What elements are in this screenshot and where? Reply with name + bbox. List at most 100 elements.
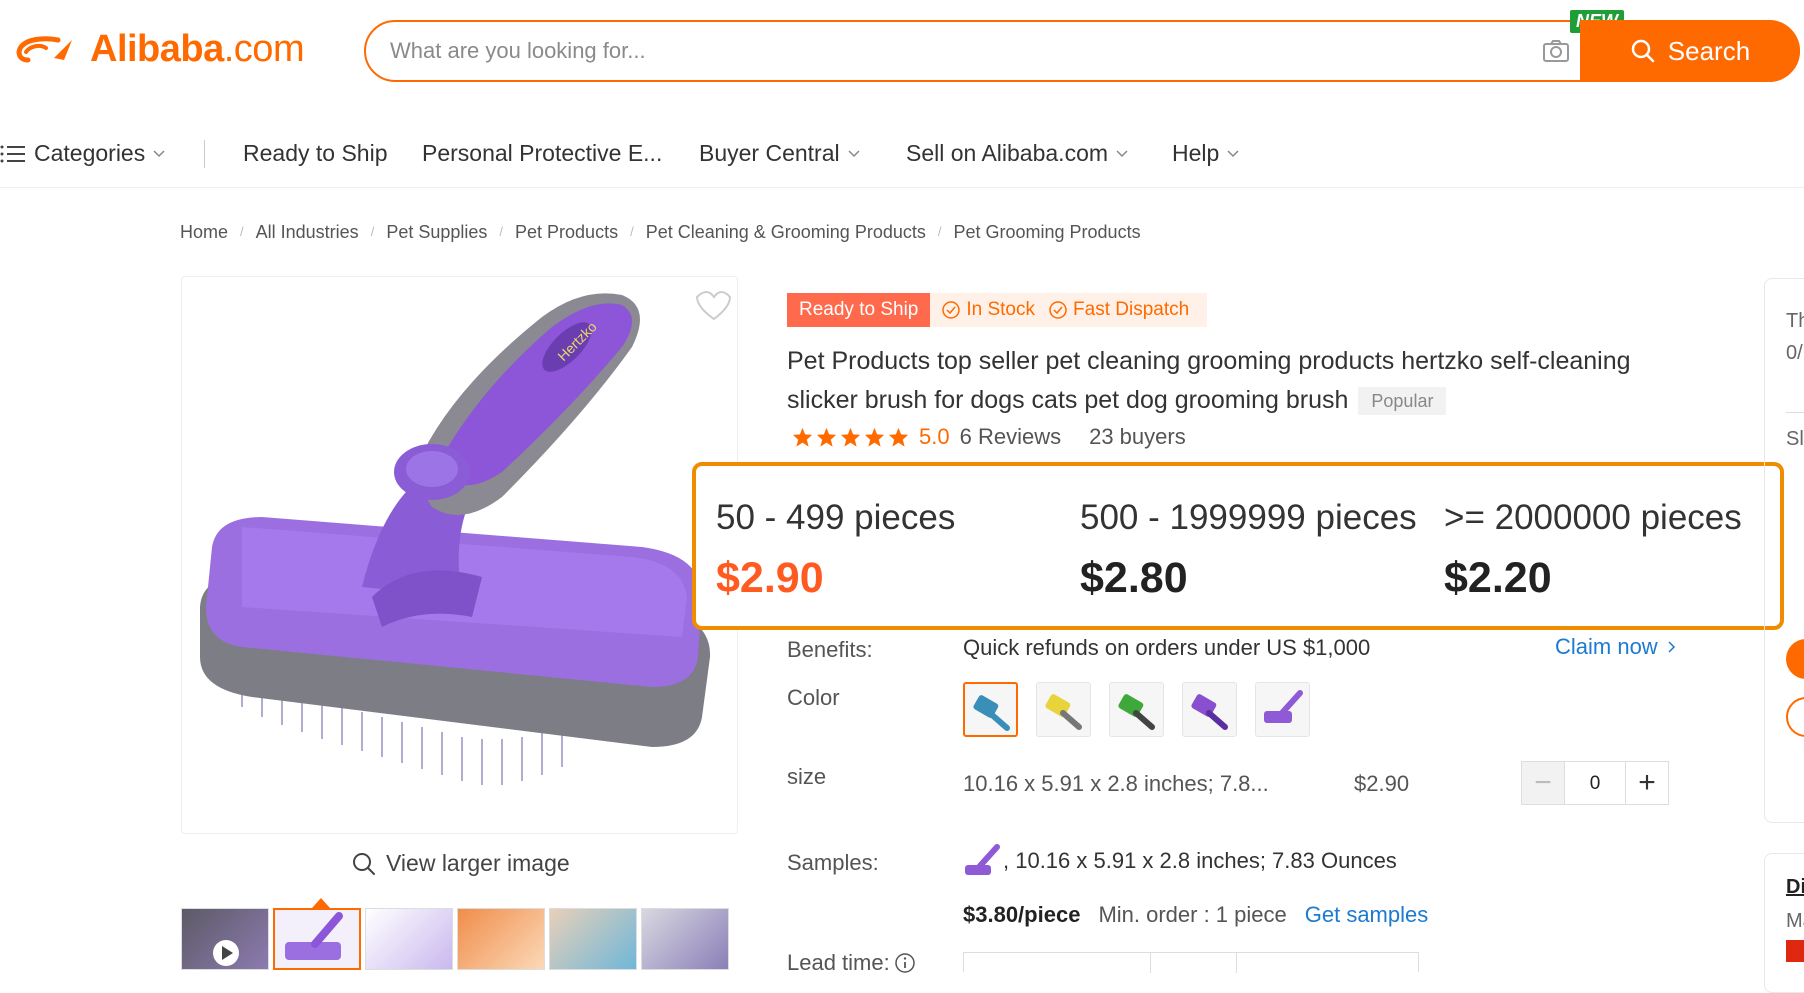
star-icon bbox=[840, 427, 861, 447]
chevron-right-icon bbox=[1668, 641, 1675, 653]
product-main-image[interactable]: Hertzko bbox=[181, 276, 738, 834]
brush-swatch-icon bbox=[973, 695, 1010, 731]
table-divider bbox=[1150, 953, 1151, 973]
view-larger-image[interactable]: View larger image bbox=[352, 850, 570, 877]
thumbnail-caret bbox=[312, 898, 330, 908]
lead-time-label: Lead time: bbox=[787, 950, 916, 976]
star-icon bbox=[888, 427, 909, 447]
product-title: Pet Products top seller pet cleaning gro… bbox=[787, 347, 1631, 416]
benefits-text: Quick refunds on orders under US $1,000 bbox=[963, 635, 1371, 660]
view-larger-label: View larger image bbox=[386, 850, 570, 876]
search-button[interactable]: Search bbox=[1580, 20, 1800, 82]
breadcrumb-separator: / bbox=[240, 224, 244, 239]
search-input[interactable] bbox=[388, 32, 1488, 70]
benefits-label: Benefits: bbox=[787, 637, 873, 662]
quantity-input[interactable]: 0 bbox=[1565, 761, 1625, 805]
price-tiers-box: 50 - 499 pieces $2.90 500 - 1999999 piec… bbox=[692, 462, 1784, 630]
rail-text-2: 0/ bbox=[1786, 342, 1803, 364]
brush-thumb-icon bbox=[285, 912, 343, 960]
nav-ready-to-ship[interactable]: Ready to Ship bbox=[243, 140, 387, 167]
rail-text-3: Sl bbox=[1786, 428, 1804, 450]
color-swatches bbox=[963, 682, 1310, 737]
popular-badge: Popular bbox=[1358, 387, 1447, 416]
table-divider bbox=[1236, 953, 1237, 973]
thumbnail-4[interactable] bbox=[549, 908, 637, 970]
price-tier-2: 500 - 1999999 pieces $2.80 bbox=[1080, 498, 1417, 603]
sample-price: $3.80/piece bbox=[963, 902, 1081, 927]
thumbnail-3[interactable] bbox=[457, 908, 545, 970]
nav-categories-label: Categories bbox=[34, 140, 146, 166]
search-button-label: Search bbox=[1667, 35, 1751, 66]
rail-text-4[interactable]: Di bbox=[1786, 876, 1804, 899]
breadcrumb-all-industries[interactable]: All Industries bbox=[256, 219, 359, 245]
tier-quantity: 50 - 499 pieces bbox=[716, 498, 956, 537]
color-swatch-violet[interactable] bbox=[1255, 682, 1310, 737]
buyers-count: 23 buyers bbox=[1089, 424, 1186, 449]
color-swatch-yellow[interactable] bbox=[1036, 682, 1091, 737]
category-nav: Categories Ready to Ship Personal Protec… bbox=[0, 118, 1804, 188]
camera-icon[interactable] bbox=[1542, 39, 1570, 63]
thumbnail-5[interactable] bbox=[641, 908, 729, 970]
star-icon bbox=[864, 427, 885, 447]
check-circle-icon bbox=[1049, 301, 1067, 319]
color-swatch-blue[interactable] bbox=[963, 682, 1018, 737]
size-label: size bbox=[787, 764, 827, 789]
price-tier-1: 50 - 499 pieces $2.90 bbox=[716, 498, 955, 603]
thumbnail-strip bbox=[181, 908, 738, 970]
claim-now-link[interactable]: Claim now bbox=[1555, 634, 1676, 660]
star-icon bbox=[792, 427, 813, 447]
search-bar: NEW Search bbox=[364, 10, 1800, 82]
breadcrumb-pet-grooming[interactable]: Pet Grooming Products bbox=[953, 219, 1140, 245]
chevron-down-icon bbox=[848, 149, 860, 157]
reviews-link[interactable]: 6 Reviews bbox=[960, 424, 1061, 450]
samples-label: Samples: bbox=[787, 850, 879, 875]
star-icon bbox=[816, 427, 837, 447]
decrease-button[interactable]: − bbox=[1521, 761, 1565, 805]
color-swatch-purple[interactable] bbox=[1182, 682, 1237, 737]
increase-button[interactable]: + bbox=[1625, 761, 1669, 805]
color-swatch-green[interactable] bbox=[1109, 682, 1164, 737]
sample-brush-icon bbox=[965, 844, 1000, 875]
info-icon[interactable] bbox=[894, 952, 916, 974]
tier-quantity: >= 2000000 pieces bbox=[1444, 498, 1742, 537]
quantity-stepper: − 0 + bbox=[1521, 761, 1669, 805]
breadcrumb-home[interactable]: Home bbox=[180, 219, 228, 245]
nav-personal-protective[interactable]: Personal Protective E... bbox=[422, 140, 662, 167]
breadcrumb-pet-products[interactable]: Pet Products bbox=[515, 219, 618, 245]
brush-swatch-icon bbox=[1045, 694, 1082, 730]
breadcrumb-separator: / bbox=[630, 224, 634, 239]
rating-row: 5.0 6 Reviews 23 buyers bbox=[792, 424, 1186, 450]
nav-help[interactable]: Help bbox=[1172, 140, 1239, 167]
stock-tags: In Stock Fast Dispatch bbox=[930, 293, 1208, 327]
nav-sell-on-alibaba[interactable]: Sell on Alibaba.com bbox=[906, 140, 1128, 167]
nav-divider bbox=[204, 140, 205, 168]
rail-text-5: Ma bbox=[1786, 910, 1804, 932]
thumbnail-1[interactable] bbox=[273, 908, 361, 970]
chevron-down-icon bbox=[1116, 149, 1128, 157]
nav-buyer-central[interactable]: Buyer Central bbox=[699, 140, 860, 167]
nav-categories[interactable]: Categories bbox=[0, 140, 165, 167]
brush-swatch-icon bbox=[1264, 690, 1303, 723]
brush-swatch-icon bbox=[1191, 694, 1228, 730]
in-stock-tag: In Stock bbox=[942, 293, 1035, 327]
breadcrumb: Home / All Industries / Pet Supplies / Pet … bbox=[180, 219, 1141, 245]
breadcrumb-separator: / bbox=[499, 224, 504, 239]
sample-info: , 10.16 x 5.91 x 2.8 inches; 7.83 Ounces bbox=[963, 843, 1397, 879]
thumbnail-video[interactable] bbox=[181, 908, 269, 970]
product-tags: Ready to Ship In Stock Fast Dispatch bbox=[787, 293, 1208, 327]
alibaba-logo[interactable]: Alibaba.com bbox=[14, 28, 305, 71]
rating-score: 5.0 bbox=[919, 424, 950, 449]
slicker-brush-image: Hertzko bbox=[200, 291, 732, 785]
breadcrumb-separator: / bbox=[370, 224, 375, 239]
thumbnail-2[interactable] bbox=[365, 908, 453, 970]
tier-quantity: 500 - 1999999 pieces bbox=[1080, 498, 1417, 537]
get-samples-link[interactable]: Get samples bbox=[1305, 902, 1429, 928]
breadcrumb-pet-cleaning[interactable]: Pet Cleaning & Grooming Products bbox=[646, 219, 926, 245]
lead-time-table bbox=[963, 952, 1419, 973]
breadcrumb-pet-supplies[interactable]: Pet Supplies bbox=[386, 219, 487, 245]
price-tier-3: >= 2000000 pieces $2.20 bbox=[1444, 498, 1742, 603]
brush-swatch-icon bbox=[1118, 694, 1155, 730]
ready-to-ship-tag: Ready to Ship bbox=[787, 293, 931, 327]
size-price: $2.90 bbox=[1354, 771, 1410, 796]
color-label: Color bbox=[787, 685, 840, 710]
